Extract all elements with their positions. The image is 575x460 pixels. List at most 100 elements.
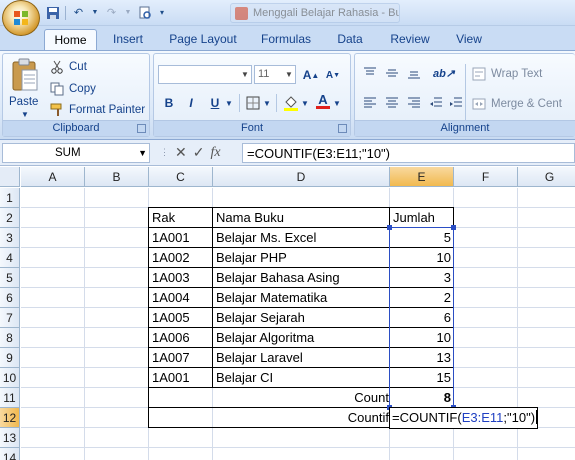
cell-header-rak[interactable]: Rak [149,208,213,228]
column-header-c[interactable]: C [149,167,213,187]
tab-data[interactable]: Data [330,29,370,50]
cell-rak[interactable]: 1A001 [149,368,213,388]
name-box[interactable]: SUM ▼ [2,143,150,163]
borders-button[interactable] [244,94,262,112]
row-header-4[interactable]: 4 [0,248,20,268]
undo-dropdown-icon[interactable]: ▼ [91,4,99,21]
cell-rak[interactable]: 1A007 [149,348,213,368]
cell-nama-buku[interactable]: Belajar Matematika [213,288,390,308]
fill-color-dropdown-icon[interactable]: ▼ [300,94,310,112]
column-header-d[interactable]: D [213,167,390,187]
redo-icon[interactable]: ↷ [103,4,120,21]
font-color-dropdown-icon[interactable]: ▼ [332,94,342,112]
undo-icon[interactable]: ↶ [70,4,87,21]
column-header-f[interactable]: F [454,167,518,187]
active-cell-editor[interactable]: =COUNTIF(E3:E11;"10") [389,407,538,429]
format-painter-button[interactable]: Format Painter [49,102,145,118]
italic-button[interactable]: I [182,94,200,112]
font-name-combo[interactable]: ▼ [158,65,252,84]
cell-header-nama-buku[interactable]: Nama Buku [213,208,390,228]
borders-dropdown-icon[interactable]: ▼ [262,94,272,112]
font-size-combo[interactable]: 11 ▼ [254,65,296,84]
shrink-font-button[interactable]: A ▼ [324,66,342,84]
office-button[interactable] [2,0,40,36]
range-handle[interactable] [387,225,392,230]
tab-view[interactable]: View [448,29,490,50]
tab-formulas[interactable]: Formulas [254,29,318,50]
align-middle-button[interactable] [383,64,401,82]
cell-nama-buku[interactable]: Belajar Algoritma [213,328,390,348]
font-color-button[interactable]: A [314,92,332,110]
copy-button[interactable]: Copy [49,81,96,97]
range-highlight[interactable] [389,227,454,408]
orientation-button[interactable]: ab↗ [429,64,459,82]
row-header-2[interactable]: 2 [0,208,20,228]
font-dialog-launcher-icon[interactable] [338,124,347,133]
row-header-8[interactable]: 8 [0,328,20,348]
column-header-a[interactable]: A [21,167,85,187]
cell-rak[interactable]: 1A005 [149,308,213,328]
grow-font-button[interactable]: A ▲ [302,66,320,84]
cell-nama-buku[interactable]: Belajar PHP [213,248,390,268]
background-window-tab[interactable]: Menggali Belajar Rahasia - Bu... [230,3,400,23]
row-header-1[interactable]: 1 [0,188,20,208]
row-header-13[interactable]: 13 [0,428,20,448]
cell-rak[interactable]: 1A003 [149,268,213,288]
paste-button[interactable]: Paste [9,96,38,108]
cell-nama-buku[interactable]: Belajar CI [213,368,390,388]
underline-dropdown-icon[interactable]: ▼ [224,94,234,112]
fill-color-button[interactable] [282,94,300,112]
cell-rak[interactable]: 1A001 [149,228,213,248]
row-header-14[interactable]: 14 [0,448,20,460]
tab-home[interactable]: Home [44,29,97,50]
bold-button[interactable]: B [160,94,178,112]
align-bottom-button[interactable] [405,64,423,82]
paste-icon[interactable] [11,58,39,92]
cell-nama-buku[interactable]: Belajar Laravel [213,348,390,368]
tab-review[interactable]: Review [382,29,438,50]
cell-header-jumlah[interactable]: Jumlah [390,208,454,228]
row-header-12[interactable]: 12 [0,408,20,428]
range-handle[interactable] [451,225,456,230]
clipboard-dialog-launcher-icon[interactable] [137,124,146,133]
insert-function-icon[interactable]: fx [210,145,220,161]
paste-dropdown-icon[interactable]: ▼ [21,110,29,119]
row-header-7[interactable]: 7 [0,308,20,328]
wrap-text-button[interactable]: Wrap Text [471,66,542,82]
print-preview-icon[interactable] [136,4,153,21]
cell-rak[interactable]: 1A002 [149,248,213,268]
cut-button[interactable]: Cut [49,59,87,75]
chevron-down-icon[interactable]: ▼ [138,144,147,162]
cell-count-label[interactable]: Count [149,388,392,408]
increase-indent-button[interactable] [447,94,465,112]
worksheet-grid[interactable]: ABCDEFG 1 2 3 4 5 6 7 8 9 10 11 12 13 14 Rak Nama Buku… [0,167,575,460]
cell-countif-label[interactable]: Countif [149,408,392,428]
align-top-button[interactable] [361,64,379,82]
row-header-5[interactable]: 5 [0,268,20,288]
decrease-indent-button[interactable] [427,94,445,112]
tab-page-layout[interactable]: Page Layout [164,29,242,50]
align-right-button[interactable] [405,94,423,112]
cell-nama-buku[interactable]: Belajar Bahasa Asing [213,268,390,288]
cell-nama-buku[interactable]: Belajar Ms. Excel [213,228,390,248]
column-header-g[interactable]: G [518,167,575,187]
enter-check-icon[interactable]: ✓ [193,144,205,161]
underline-button[interactable]: U [206,94,224,112]
save-icon[interactable] [44,4,61,21]
cancel-icon[interactable]: ✕ [175,144,187,161]
column-header-e[interactable]: E [390,167,454,187]
align-center-button[interactable] [383,94,401,112]
cell-rak[interactable]: 1A004 [149,288,213,308]
tab-insert[interactable]: Insert [104,29,152,50]
merge-center-button[interactable]: Merge & Cent [471,96,562,112]
row-header-10[interactable]: 10 [0,368,20,388]
cell-rak[interactable]: 1A006 [149,328,213,348]
customize-qat-icon[interactable]: ▾ [157,4,167,21]
align-left-button[interactable] [361,94,379,112]
formula-input[interactable]: =COUNTIF(E3:E11;"10") [242,143,575,163]
row-header-6[interactable]: 6 [0,288,20,308]
column-header-b[interactable]: B [85,167,149,187]
row-header-3[interactable]: 3 [0,228,20,248]
row-header-11[interactable]: 11 [0,388,20,408]
select-all-corner[interactable] [0,167,20,187]
